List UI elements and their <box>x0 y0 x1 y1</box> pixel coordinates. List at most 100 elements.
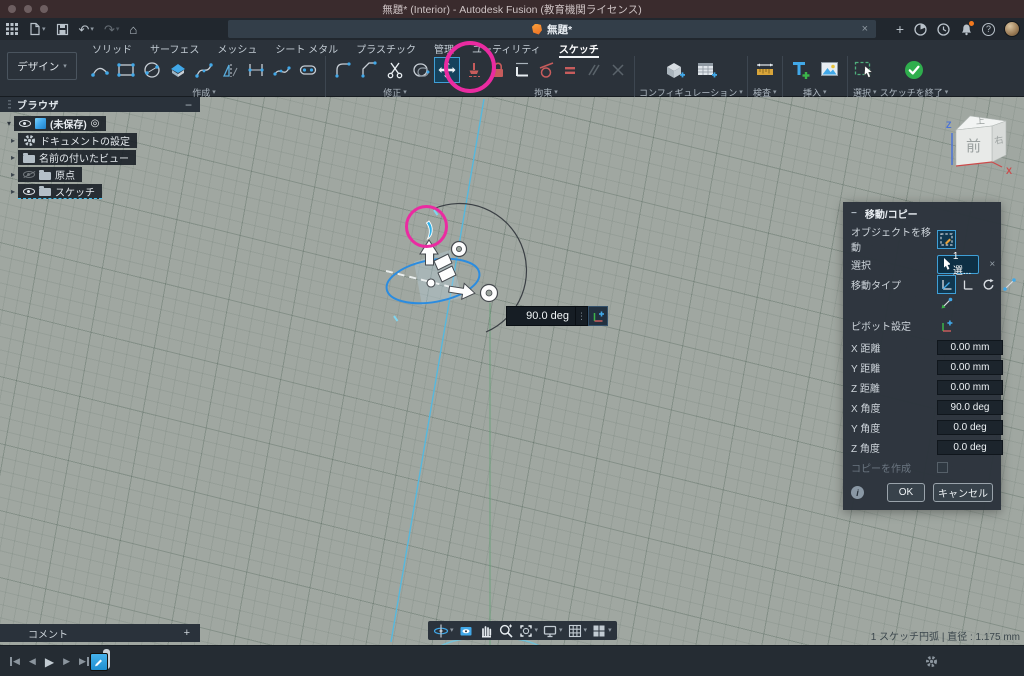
slot-tool-button[interactable] <box>295 55 321 85</box>
x-angle-input[interactable] <box>937 400 1003 415</box>
visibility-eye-icon[interactable] <box>19 120 31 127</box>
browser-header[interactable]: ブラウザ − <box>0 97 200 112</box>
select-button[interactable] <box>852 55 878 85</box>
dimension-tool-button[interactable] <box>243 55 269 85</box>
origin-item[interactable]: 原点 <box>18 167 82 182</box>
fit-button[interactable]: ▾ <box>518 623 539 639</box>
undo-button[interactable]: ↶ ▾ <box>79 23 94 36</box>
pivot-set-button[interactable] <box>937 316 956 335</box>
pivot-quick-button[interactable] <box>588 306 608 326</box>
browser-row-origin[interactable]: ▸ 原点 <box>0 167 200 182</box>
job-status-button[interactable] <box>913 22 927 36</box>
fillet-tool-button[interactable] <box>330 55 356 85</box>
display-settings-button[interactable]: ▾ <box>542 623 563 639</box>
move-type-point-to-position-button[interactable] <box>937 294 956 313</box>
dialog-header[interactable]: − 移動/コピー <box>843 202 1001 224</box>
viewcube[interactable]: 前 上 右 Z X <box>936 100 1020 184</box>
expander-icon[interactable]: ▸ <box>8 170 18 179</box>
timeline-settings-button[interactable] <box>925 655 938 668</box>
home-button[interactable]: ⌂ <box>129 23 137 36</box>
notifications-button[interactable] <box>959 22 973 36</box>
expander-icon[interactable]: ▾ <box>4 119 14 128</box>
grid-snap-button[interactable]: ▾ <box>567 623 588 639</box>
document-settings-item[interactable]: ドキュメントの設定 <box>18 133 137 148</box>
rotation-angle-input[interactable] <box>506 306 576 326</box>
close-window-button[interactable] <box>8 5 16 13</box>
orbit-button[interactable]: ▾ <box>433 623 454 639</box>
trim-tool-button[interactable] <box>382 55 408 85</box>
sketches-item-selected[interactable]: スケッチ <box>18 184 102 199</box>
file-menu-button[interactable]: ▾ <box>28 22 46 36</box>
curve-tool-button[interactable] <box>269 55 295 85</box>
tangent-constraint-button[interactable] <box>534 55 558 85</box>
chamfer-tool-button[interactable] <box>356 55 382 85</box>
browser-row-document-settings[interactable]: ▸ ドキュメントの設定 <box>0 133 200 148</box>
close-document-tab-button[interactable]: × <box>862 23 868 35</box>
browser-row-sketches[interactable]: ▸ スケッチ <box>0 184 200 199</box>
y-distance-input[interactable] <box>937 360 1003 375</box>
x-distance-input[interactable] <box>937 340 1003 355</box>
move-type-translate-button[interactable] <box>958 275 977 294</box>
move-type-point-to-point-button[interactable] <box>1000 275 1019 294</box>
parallel-constraint-button[interactable] <box>582 55 606 85</box>
viewports-button[interactable]: ▾ <box>591 623 612 639</box>
expander-icon[interactable]: ▸ <box>8 187 18 196</box>
visibility-eye-off-icon[interactable] <box>23 171 35 178</box>
z-angle-input[interactable] <box>937 440 1003 455</box>
zoom-button[interactable] <box>498 623 514 639</box>
look-at-button[interactable] <box>458 623 474 639</box>
browser-minimize-button[interactable]: − <box>185 98 192 112</box>
move-object-button[interactable] <box>937 230 956 249</box>
named-views-item[interactable]: 名前の付いたビュー <box>18 150 136 165</box>
new-document-tab-button[interactable]: + <box>896 22 904 36</box>
browser-row-named-views[interactable]: ▸ 名前の付いたビュー <box>0 150 200 165</box>
z-distance-input[interactable] <box>937 380 1003 395</box>
app-menu-button[interactable] <box>6 23 18 35</box>
spline-tool-button[interactable] <box>191 55 217 85</box>
avatar[interactable] <box>1004 21 1020 37</box>
insert-text-button[interactable] <box>787 55 813 85</box>
activate-target-icon[interactable]: ◎ <box>91 119 100 129</box>
selection-chip[interactable]: 1 選... <box>937 255 979 274</box>
sketch-center-point[interactable] <box>427 279 435 287</box>
offset-tool-button[interactable] <box>408 55 434 85</box>
equal-constraint-button[interactable] <box>558 55 582 85</box>
mirror-tool-button[interactable] <box>217 55 243 85</box>
browser-root-row[interactable]: ▾ (未保存) ◎ <box>0 116 200 131</box>
measure-button[interactable] <box>752 55 778 85</box>
browser-root-item[interactable]: (未保存) ◎ <box>14 116 106 131</box>
line-tool-button[interactable] <box>87 55 113 85</box>
pan-button[interactable] <box>478 623 494 639</box>
expander-icon[interactable]: ▸ <box>8 153 18 162</box>
circle-tool-button[interactable] <box>139 55 165 85</box>
window-controls[interactable] <box>8 5 48 13</box>
help-button[interactable]: ? <box>982 23 995 36</box>
document-tab[interactable]: 無題* <box>532 22 572 37</box>
configuration-table-button[interactable] <box>694 55 720 85</box>
info-button[interactable]: i <box>851 486 864 499</box>
clear-selection-button[interactable]: × <box>989 259 995 270</box>
move-type-free-button[interactable] <box>937 275 956 294</box>
timeline-go-to-start-button[interactable]: ◀ <box>10 657 20 666</box>
workspace-selector[interactable]: デザイン ▾ <box>7 52 77 80</box>
finish-sketch-button[interactable] <box>901 55 927 85</box>
horizontal-vertical-constraint-button[interactable] <box>510 55 534 85</box>
create-copy-checkbox[interactable] <box>937 462 948 473</box>
timeline-play-button[interactable]: ▶ <box>45 656 54 668</box>
dialog-minimize-button[interactable]: − <box>851 208 857 219</box>
save-button[interactable] <box>56 23 69 36</box>
comments-panel[interactable]: コメント + <box>0 624 200 642</box>
timeline-step-forward-button[interactable]: ▶ <box>63 657 70 666</box>
create-sketch-button[interactable] <box>165 55 191 85</box>
visibility-eye-icon[interactable] <box>23 188 35 195</box>
insert-image-button[interactable] <box>817 55 843 85</box>
move-type-rotate-button[interactable] <box>979 275 998 294</box>
maximize-window-button[interactable] <box>40 5 48 13</box>
rectangle-tool-button[interactable] <box>113 55 139 85</box>
symmetry-constraint-button[interactable] <box>606 55 630 85</box>
minimize-window-button[interactable] <box>24 5 32 13</box>
expander-icon[interactable]: ▸ <box>8 136 18 145</box>
configure-button[interactable] <box>662 55 688 85</box>
timeline-go-to-end-button[interactable]: ▶ <box>79 657 89 666</box>
ok-button[interactable]: OK <box>887 483 925 502</box>
